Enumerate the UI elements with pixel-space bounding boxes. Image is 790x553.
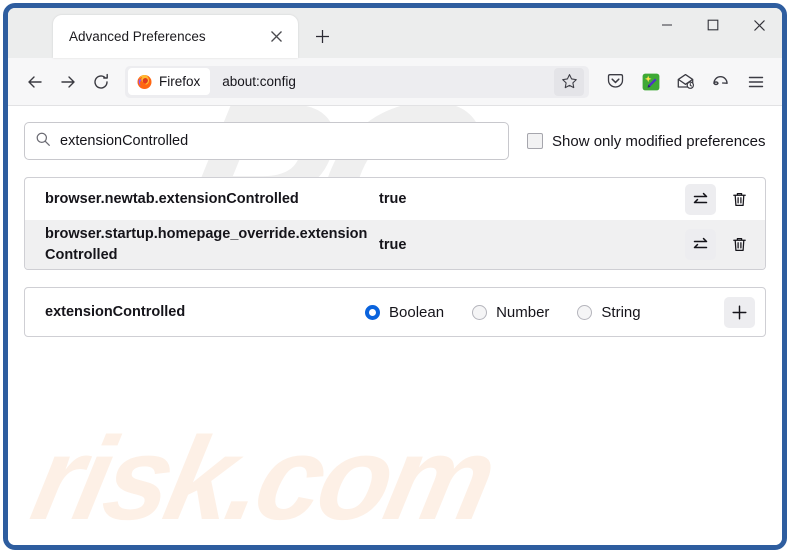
minimize-button[interactable] xyxy=(644,8,690,42)
hamburger-menu-icon[interactable] xyxy=(739,65,772,98)
about-config-page: PC risk.com extensionControlled Show onl… xyxy=(8,106,782,545)
radio-string-label: String xyxy=(601,303,641,321)
pocket-icon[interactable] xyxy=(599,65,632,98)
type-radio-group: Boolean Number String xyxy=(365,304,724,321)
add-preference-row: extensionControlled Boolean Number Strin… xyxy=(25,288,765,336)
account-sync-icon[interactable] xyxy=(704,65,737,98)
new-pref-name: extensionControlled xyxy=(45,304,186,321)
window-controls xyxy=(644,8,782,58)
table-row[interactable]: browser.startup.homepage_override.extens… xyxy=(25,220,765,270)
toolbar-icon-group xyxy=(599,65,772,98)
radio-number[interactable]: Number xyxy=(472,304,549,321)
search-icon xyxy=(35,131,51,152)
bookmark-star-icon[interactable] xyxy=(554,67,584,96)
radio-string[interactable]: String xyxy=(577,303,641,321)
firefox-brand-chip[interactable]: Firefox xyxy=(128,68,211,95)
pref-value: true xyxy=(379,191,407,207)
radio-number-label: Number xyxy=(496,303,550,321)
toggle-value-button[interactable] xyxy=(685,183,716,215)
url-text: about:config xyxy=(222,74,296,89)
radio-boolean-indicator[interactable] xyxy=(365,304,380,320)
new-tab-button[interactable] xyxy=(307,21,337,51)
pref-value: true xyxy=(379,236,407,253)
back-button[interactable] xyxy=(18,65,51,98)
firefox-logo-icon xyxy=(137,75,152,89)
delete-pref-button[interactable] xyxy=(724,229,755,260)
toggle-value-button[interactable] xyxy=(685,229,716,261)
navigation-toolbar: Firefox about:config xyxy=(8,58,782,106)
preference-table: browser.newtab.extensionControlled true xyxy=(24,177,766,271)
mail-envelope-icon[interactable] xyxy=(669,65,702,98)
search-input[interactable]: extensionControlled xyxy=(24,122,509,160)
forward-button[interactable] xyxy=(51,65,84,98)
close-button[interactable] xyxy=(736,8,782,42)
delete-pref-button[interactable] xyxy=(724,184,755,215)
add-preference-panel: extensionControlled Boolean Number Strin… xyxy=(24,287,766,338)
address-bar[interactable]: Firefox about:config xyxy=(125,65,589,98)
tab-close-icon[interactable] xyxy=(264,25,288,49)
radio-string-indicator[interactable] xyxy=(577,304,593,320)
search-input-value: extensionControlled xyxy=(60,133,189,149)
brand-label: Firefox xyxy=(159,74,201,89)
tab-strip: Advanced Preferences xyxy=(8,8,782,58)
table-row[interactable]: browser.newtab.extensionControlled true xyxy=(25,178,765,220)
show-modified-checkbox-group[interactable]: Show only modified preferences xyxy=(527,133,765,150)
row-actions xyxy=(685,183,759,215)
radio-boolean-label: Boolean xyxy=(389,303,445,321)
radio-number-indicator[interactable] xyxy=(472,304,488,320)
extension-magic-wand-icon[interactable] xyxy=(634,65,667,98)
reload-button[interactable] xyxy=(84,65,117,98)
row-actions xyxy=(685,229,759,261)
radio-boolean[interactable]: Boolean xyxy=(365,304,444,321)
watermark-bottom: risk.com xyxy=(21,413,504,545)
pref-name: browser.newtab.extensionControlled xyxy=(45,190,299,207)
add-pref-button[interactable] xyxy=(724,296,755,328)
browser-window: Advanced Preferences Firefox about:confi… xyxy=(3,3,787,550)
tab-title: Advanced Preferences xyxy=(69,29,206,44)
maximize-button[interactable] xyxy=(690,8,736,42)
show-modified-label: Show only modified preferences xyxy=(552,132,766,150)
show-modified-checkbox[interactable] xyxy=(527,133,543,149)
search-row: extensionControlled Show only modified p… xyxy=(8,106,782,160)
tab-advanced-preferences[interactable]: Advanced Preferences xyxy=(53,15,298,58)
pref-name: browser.startup.homepage_override.extens… xyxy=(45,226,368,263)
